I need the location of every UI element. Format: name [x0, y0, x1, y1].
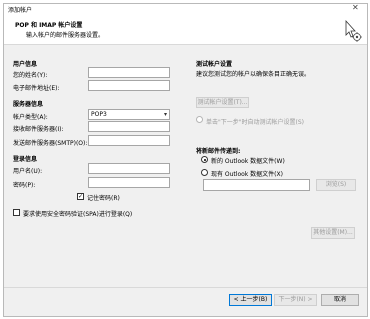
close-icon[interactable]: ✕	[352, 3, 359, 12]
browse-button[interactable]: 浏览(S)	[316, 179, 356, 191]
account-type-label: 帐户类型(A):	[13, 114, 48, 121]
remember-password-label: 记住密码(R)	[87, 195, 120, 202]
delivery-heading: 将新邮件传递到:	[196, 148, 241, 155]
login-info-heading: 登录信息	[13, 156, 38, 163]
chevron-down-icon: ▾	[163, 111, 167, 118]
password-input[interactable]	[88, 177, 170, 188]
account-type-value: POP3	[91, 111, 107, 118]
more-settings-button[interactable]: 其他设置(M)...	[311, 227, 355, 239]
cancel-button[interactable]: 取消	[321, 294, 359, 306]
outgoing-server-label: 发送邮件服务器(SMTP)(O):	[13, 140, 88, 147]
name-label: 您的姓名(Y):	[13, 72, 48, 79]
new-data-file-radio[interactable]	[201, 156, 208, 163]
test-account-settings-button[interactable]: 测试帐户设置(T)...	[196, 97, 249, 108]
password-label: 密码(P):	[13, 182, 36, 189]
outgoing-server-input[interactable]	[88, 135, 170, 146]
auto-test-label: 单击"下一步"时自动测试帐户设置(S)	[206, 119, 305, 126]
email-input[interactable]	[88, 80, 170, 91]
user-info-heading: 用户信息	[13, 61, 38, 68]
username-label: 用户名(U):	[13, 168, 43, 175]
server-info-heading: 服务器信息	[13, 101, 44, 108]
remember-password-checkbox[interactable]: ✓	[77, 193, 84, 200]
back-button[interactable]: < 上一步(B)	[229, 294, 272, 306]
spa-label: 要求使用安全密码验证(SPA)进行登录(Q)	[23, 211, 133, 218]
test-settings-description: 建议您测试您的帐户以确保条目正确无误。	[196, 71, 311, 78]
account-type-select[interactable]: POP3 ▾	[88, 109, 170, 120]
page-title: POP 和 IMAP 帐户设置	[15, 22, 83, 29]
test-settings-heading: 测试帐户设置	[196, 61, 233, 68]
spa-checkbox[interactable]	[13, 209, 20, 216]
new-data-file-label: 新的 Outlook 数据文件(W)	[211, 158, 285, 165]
dialog-frame	[3, 3, 368, 317]
auto-test-radio[interactable]	[196, 116, 203, 123]
window-title: 添加帐户	[8, 7, 33, 14]
next-button[interactable]: 下一步(N) >	[274, 294, 317, 306]
page-subtitle: 输入帐户的邮件服务器设置。	[26, 32, 105, 39]
settings-cursor-icon	[345, 19, 362, 42]
incoming-server-label: 接收邮件服务器(I):	[13, 126, 64, 133]
email-label: 电子邮件地址(E):	[13, 85, 60, 92]
name-input[interactable]	[88, 67, 170, 78]
existing-data-file-radio[interactable]	[201, 169, 208, 176]
existing-data-file-label: 现有 Outlook 数据文件(X)	[211, 171, 283, 178]
username-input[interactable]	[88, 163, 170, 174]
data-file-path-input[interactable]	[203, 179, 310, 191]
footer-divider	[4, 287, 367, 288]
title-bar	[4, 4, 367, 15]
incoming-server-input[interactable]	[88, 121, 170, 132]
